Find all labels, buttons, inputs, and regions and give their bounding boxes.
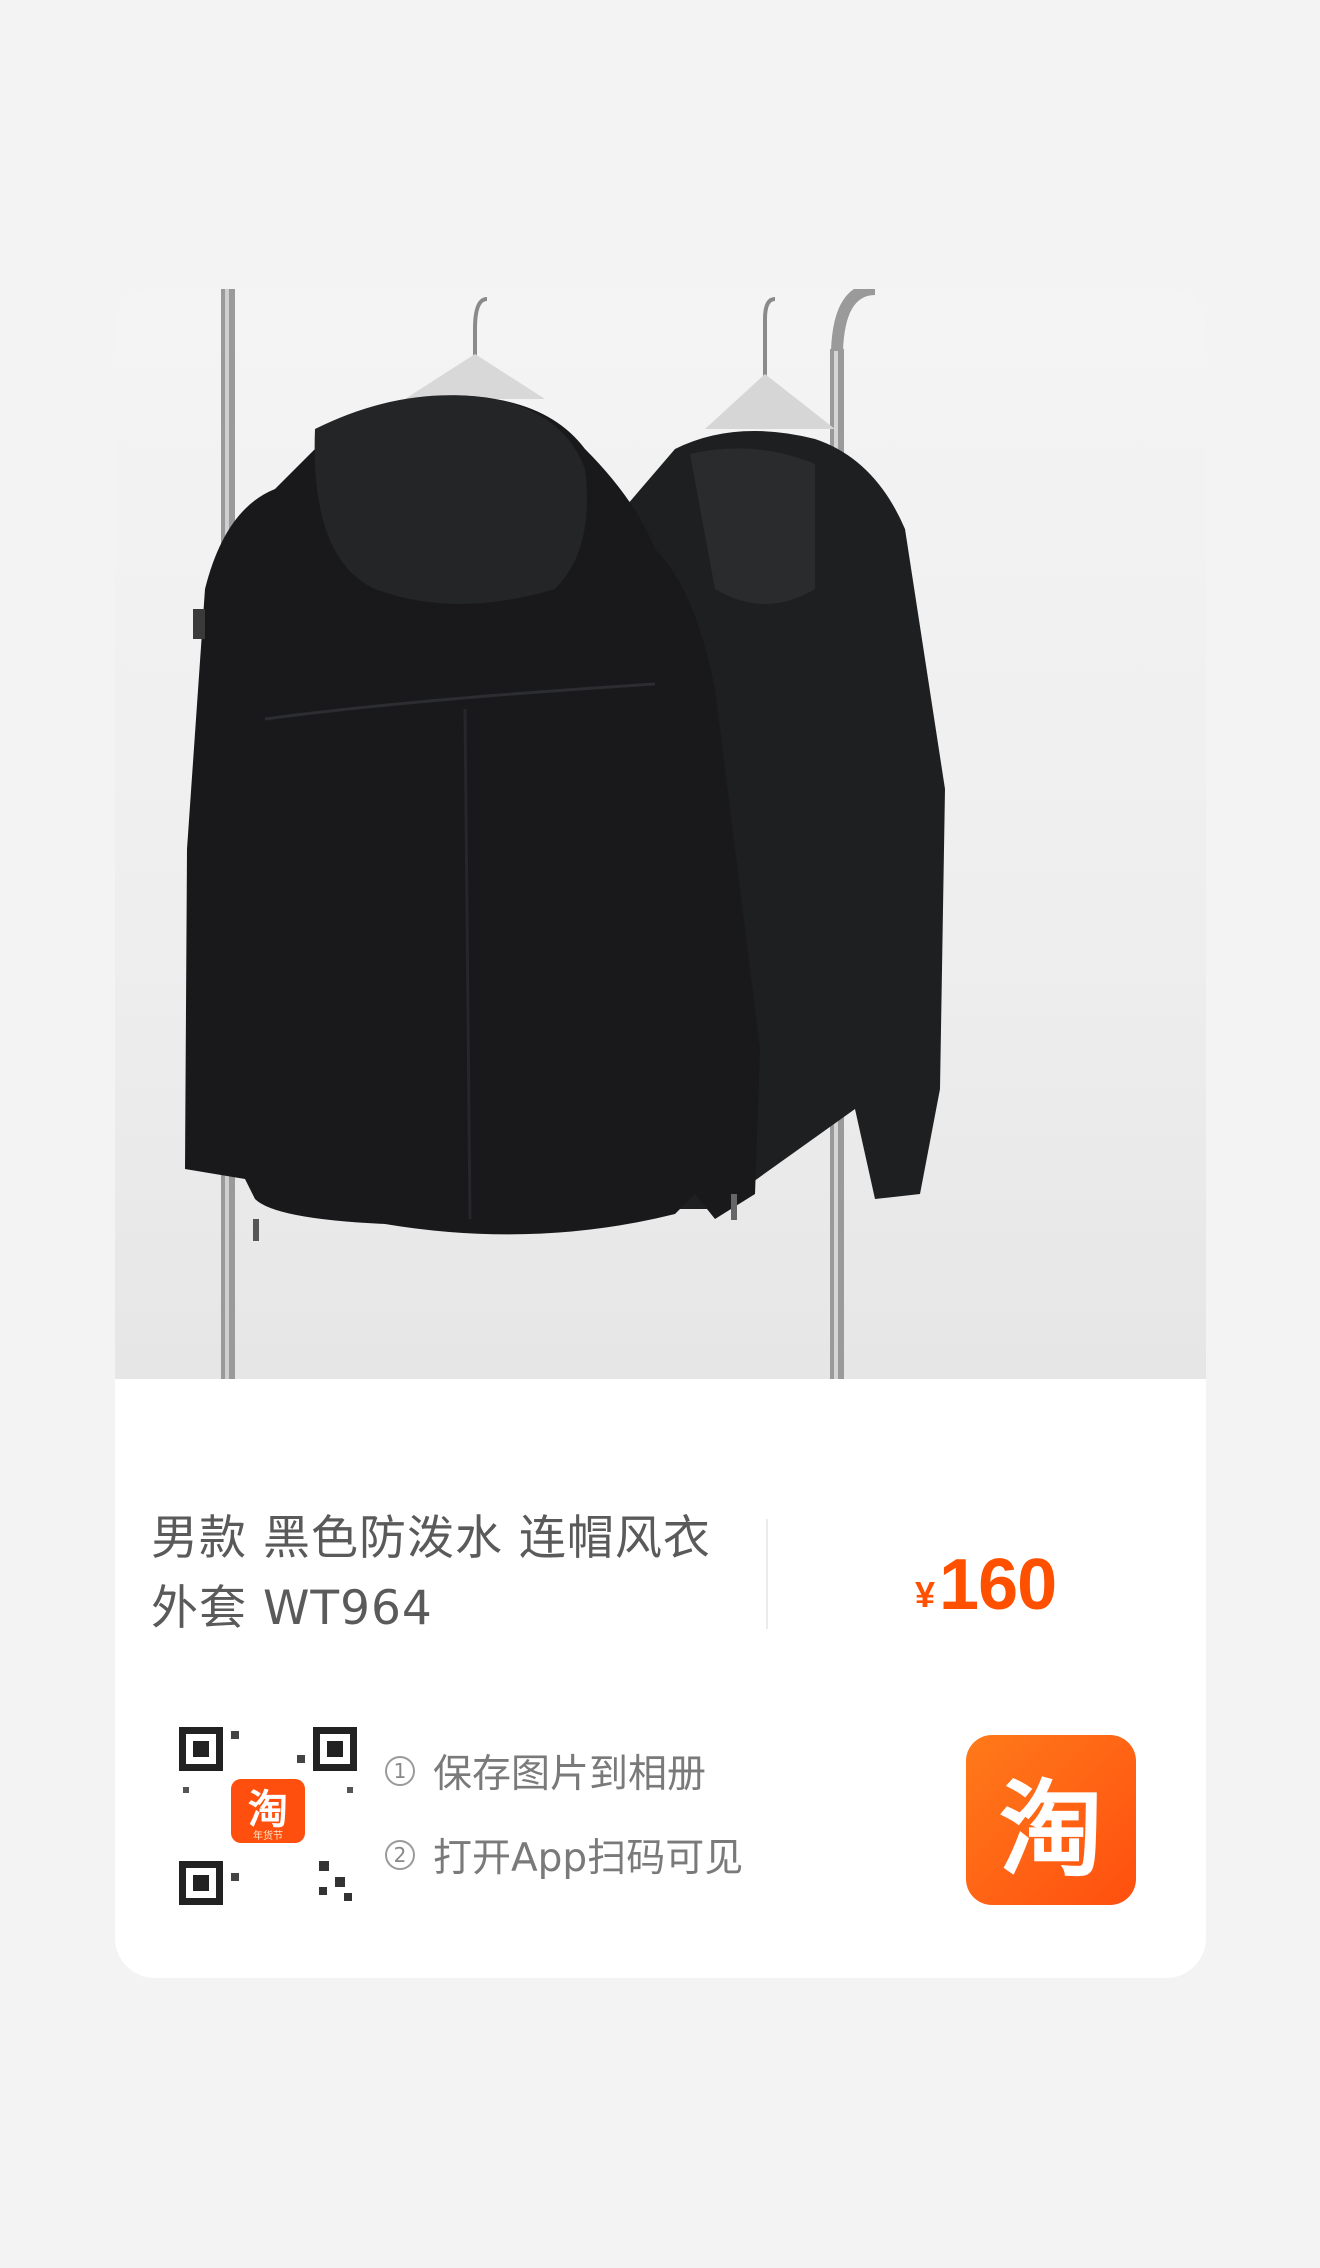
product-title: 男款 黑色防泼水 连帽风衣 外套 WT964 (151, 1504, 771, 1644)
currency-symbol: ¥ (915, 1574, 936, 1615)
product-title-line-1: 男款 黑色防泼水 连帽风衣 (151, 1511, 711, 1566)
product-title-line-2: 外套 WT964 (151, 1581, 433, 1636)
qr-center-caption: 年货节 (253, 1829, 283, 1842)
step-label-open: 打开App扫码可见 (433, 1836, 744, 1881)
product-share-card: 男款 黑色防泼水 连帽风衣 外套 WT964 ¥160 淘 年货节 1 保存图片… (115, 289, 1206, 1978)
product-price: ¥160 (915, 1544, 1057, 1626)
step-label-save: 保存图片到相册 (433, 1752, 707, 1797)
share-steps: 1 保存图片到相册 2 打开App扫码可见 (385, 1741, 743, 1909)
step-number-1: 1 (385, 1756, 415, 1786)
step-number-2: 2 (385, 1840, 415, 1870)
taobao-app-logo-icon[interactable]: 淘 (966, 1735, 1136, 1905)
product-image (115, 289, 1206, 1379)
divider (766, 1519, 768, 1629)
price-value: 160 (939, 1545, 1057, 1625)
qr-code-icon[interactable]: 淘 年货节 (179, 1727, 357, 1905)
step-open-app: 2 打开App扫码可见 (385, 1825, 743, 1885)
step-save-image: 1 保存图片到相册 (385, 1741, 743, 1801)
qr-center-glyph: 淘 (248, 1787, 288, 1833)
taobao-logo-glyph: 淘 (998, 1768, 1103, 1891)
